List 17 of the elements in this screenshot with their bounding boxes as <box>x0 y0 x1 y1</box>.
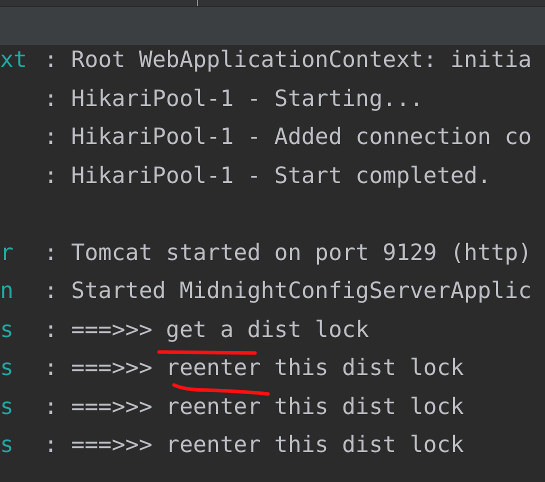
log-source: s <box>0 355 15 382</box>
log-source: r <box>0 240 15 266</box>
log-message: : ===>>> reenter this dist lock <box>44 355 464 382</box>
log-source: s <box>0 316 15 343</box>
log-message: : ===>>> reenter this dist lock <box>44 394 464 420</box>
log-message: : HikariPool-1 - Start completed. <box>44 162 492 189</box>
log-message: : HikariPool-1 - Starting... <box>44 86 424 112</box>
log-message: : Tomcat started on port 9129 (http) <box>44 240 532 266</box>
log-source: xt <box>0 47 28 74</box>
log-source: s <box>0 394 15 420</box>
log-message: : HikariPool-1 - Added connection co <box>44 124 532 150</box>
log-message: : ===>>> get a dist lock <box>44 316 370 343</box>
log-message: : Started MidnightConfigServerApplic <box>44 278 532 304</box>
log-source: n <box>0 278 15 304</box>
log-message: : Root WebApplicationContext: initia <box>44 47 532 74</box>
log-source: s <box>0 432 15 458</box>
log-message: : ===>>> reenter this dist lock <box>44 432 464 458</box>
